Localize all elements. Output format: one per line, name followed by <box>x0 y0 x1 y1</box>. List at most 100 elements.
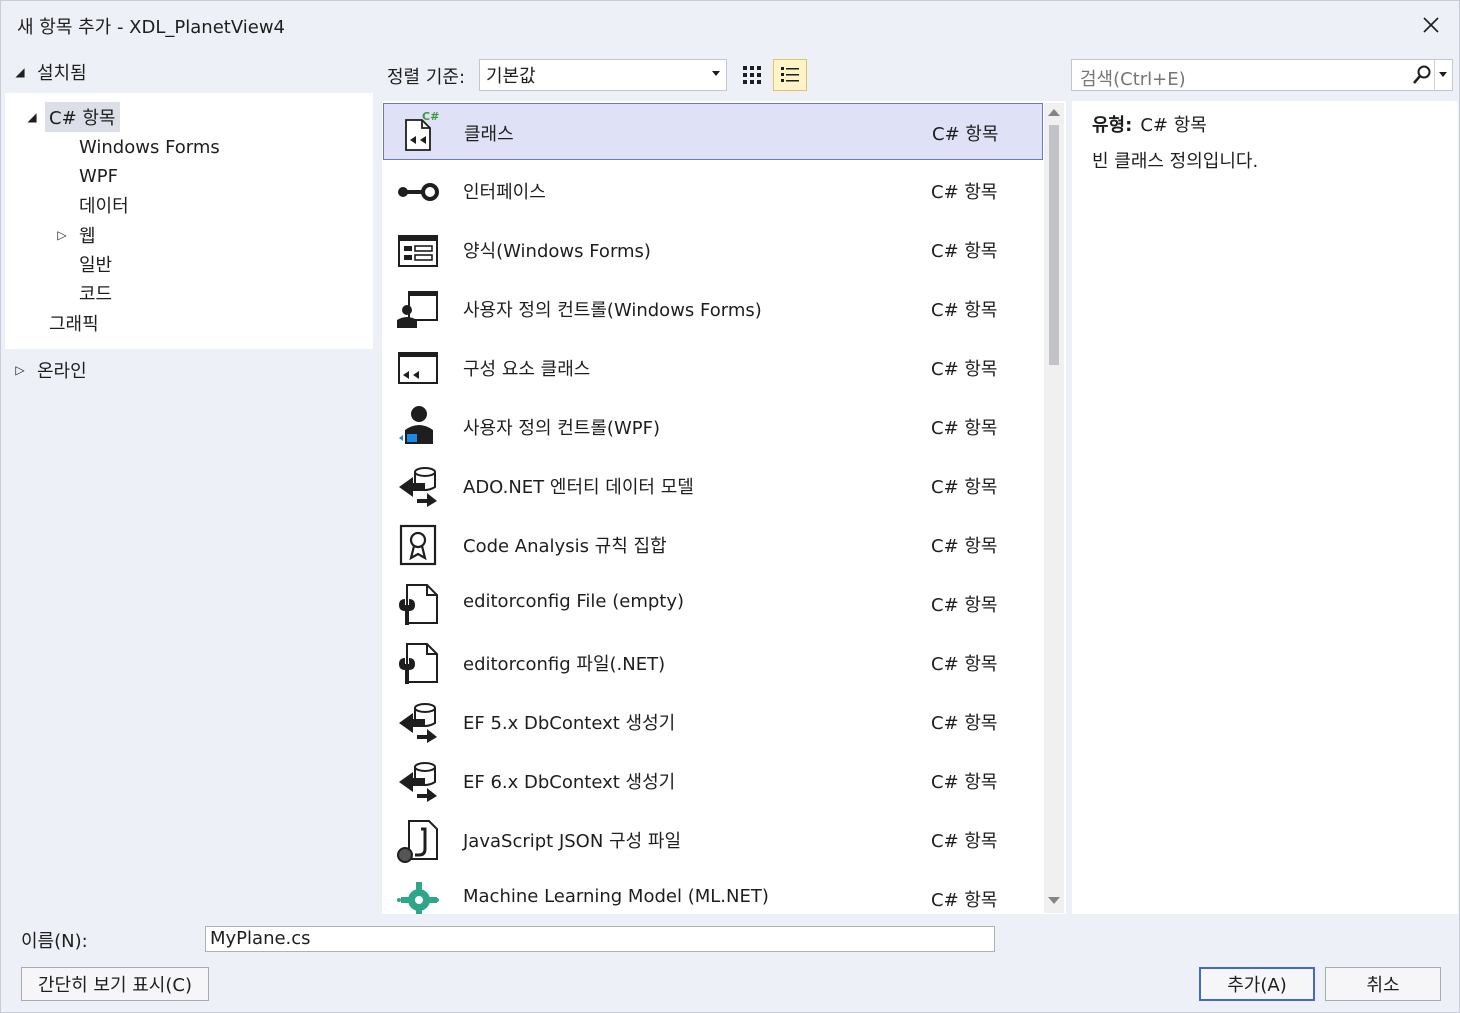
category-tree: ◢ C# 항목 Windows Forms WPF 데이터 ▷ 웹 일반 코드 … <box>5 93 373 349</box>
class-icon: C# <box>405 110 439 151</box>
template-name: 양식(Windows Forms) <box>463 241 651 262</box>
list-item[interactable]: editorconfig 파일(.NET) C# 항목 <box>383 634 1043 691</box>
online-section-header[interactable]: ▷ 온라인 <box>13 357 86 383</box>
template-name: Machine Learning Model (ML.NET) <box>463 886 769 907</box>
tree-item-label: 웹 <box>79 226 96 247</box>
installed-section-header[interactable]: ◢ 설치됨 <box>13 59 87 85</box>
list-view-icon <box>781 67 799 82</box>
template-details-panel: 유형: C# 항목 빈 클래스 정의입니다. <box>1072 101 1458 914</box>
sort-by-dropdown[interactable]: 기본값 <box>479 59 727 91</box>
tree-item-label: 코드 <box>79 284 113 305</box>
compact-view-button[interactable]: 간단히 보기 표시(C) <box>21 967 209 1001</box>
title-bar: 새 항목 추가 - XDL_PlanetView4 <box>1 1 1459 49</box>
search-icon[interactable] <box>1412 65 1432 85</box>
name-label: 이름(N): <box>21 931 88 952</box>
list-item[interactable]: Code Analysis 규칙 집합 C# 항목 <box>383 516 1043 573</box>
tree-item-general[interactable]: 일반 <box>75 250 116 278</box>
template-type: C# 항목 <box>931 182 998 203</box>
tree-item-csharp[interactable]: ◢ C# 항목 <box>25 102 120 132</box>
list-item[interactable]: 인터페이스 C# 항목 <box>383 162 1043 219</box>
editorconfig-icon <box>399 584 438 625</box>
tree-item-wpf[interactable]: WPF <box>75 162 122 190</box>
expand-triangle-icon[interactable]: ▷ <box>55 228 69 242</box>
tree-item-data[interactable]: 데이터 <box>75 191 133 219</box>
template-type: C# 항목 <box>931 772 998 793</box>
list-scrollbar[interactable] <box>1044 103 1064 913</box>
list-view-button[interactable] <box>773 59 807 91</box>
list-item[interactable]: EF 6.x DbContext 생성기 C# 항목 <box>383 752 1043 809</box>
template-type: C# 항목 <box>931 831 998 852</box>
template-name: ADO.NET 엔터티 데이터 모델 <box>463 477 694 498</box>
tree-item-graphics[interactable]: 그래픽 <box>45 309 103 337</box>
tree-item-label: C# 항목 <box>45 102 120 132</box>
installed-label: 설치됨 <box>37 63 87 84</box>
compact-view-label: 간단히 보기 표시(C) <box>38 975 192 996</box>
search-input[interactable]: 검색(Ctrl+E) <box>1071 59 1453 91</box>
tree-item-label: WPF <box>79 165 119 187</box>
grid-view-icon <box>743 66 761 84</box>
list-item[interactable]: JavaScript JSON 구성 파일 C# 항목 <box>383 811 1043 868</box>
dbcontext-generator-icon <box>399 762 437 802</box>
template-type: C# 항목 <box>931 300 998 321</box>
template-type: C# 항목 <box>931 595 998 616</box>
tree-item-label: 그래픽 <box>49 314 99 335</box>
editorconfig-icon <box>399 643 438 684</box>
scroll-thumb[interactable] <box>1049 125 1059 365</box>
template-type: C# 항목 <box>931 536 998 557</box>
add-button-label: 추가(A) <box>1227 975 1287 996</box>
svg-text:C#: C# <box>422 110 439 123</box>
tree-item-windows-forms[interactable]: Windows Forms <box>75 133 224 161</box>
json-config-icon <box>397 820 438 863</box>
expand-triangle-icon: ▷ <box>15 363 25 377</box>
close-button[interactable] <box>1413 7 1449 43</box>
detail-type-label: 유형: <box>1092 115 1133 136</box>
cancel-button[interactable]: 취소 <box>1325 967 1441 1001</box>
template-type: C# 항목 <box>931 713 998 734</box>
search-placeholder: 검색(Ctrl+E) <box>1080 69 1186 90</box>
scroll-up-arrow-icon[interactable] <box>1048 109 1060 116</box>
list-item[interactable]: EF 5.x DbContext 생성기 C# 항목 <box>383 693 1043 750</box>
template-type: C# 항목 <box>931 418 998 439</box>
template-name: 사용자 정의 컨트롤(Windows Forms) <box>463 300 762 321</box>
template-type: C# 항목 <box>932 124 999 145</box>
close-icon <box>1423 17 1439 33</box>
sort-by-label: 정렬 기준: <box>387 67 466 88</box>
chevron-down-icon <box>712 71 720 76</box>
scroll-down-arrow-icon[interactable] <box>1048 897 1060 904</box>
list-item[interactable]: C# 클래스 C# 항목 <box>383 103 1043 160</box>
list-item[interactable]: 양식(Windows Forms) C# 항목 <box>383 221 1043 278</box>
entity-model-icon <box>399 467 437 507</box>
template-type: C# 항목 <box>931 359 998 380</box>
list-item[interactable]: 구성 요소 클래스 C# 항목 <box>383 339 1043 396</box>
collapse-triangle-icon: ◢ <box>15 65 25 79</box>
medium-icons-view-button[interactable] <box>735 59 769 91</box>
list-item[interactable]: Machine Learning Model (ML.NET) C# 항목 <box>383 870 1043 914</box>
template-name: 구성 요소 클래스 <box>463 359 591 380</box>
detail-type-value: C# 항목 <box>1140 115 1207 136</box>
template-name: 사용자 정의 컨트롤(WPF) <box>463 418 660 439</box>
user-control-icon <box>397 291 438 328</box>
dialog-title: 새 항목 추가 - XDL_PlanetView4 <box>17 17 285 38</box>
search-options-dropdown[interactable] <box>1434 60 1450 90</box>
sort-by-value: 기본값 <box>486 66 536 87</box>
template-name: JavaScript JSON 구성 파일 <box>463 831 682 852</box>
tree-item-label: 일반 <box>79 255 113 276</box>
ruleset-icon <box>399 524 437 566</box>
interface-icon <box>398 183 439 201</box>
name-field[interactable]: MyPlane.cs <box>205 926 995 952</box>
detail-type-row: 유형: C# 항목 <box>1092 111 1207 137</box>
tree-item-web[interactable]: ▷ 웹 <box>55 221 100 249</box>
chevron-down-icon <box>1438 72 1447 77</box>
component-class-icon <box>398 352 438 384</box>
collapse-triangle-icon: ◢ <box>27 110 37 124</box>
add-button[interactable]: 추가(A) <box>1199 967 1315 1001</box>
template-name: EF 6.x DbContext 생성기 <box>463 772 676 793</box>
list-item[interactable]: 사용자 정의 컨트롤(WPF) C# 항목 <box>383 398 1043 455</box>
tree-item-label: 데이터 <box>79 196 129 217</box>
list-item[interactable]: editorconfig File (empty) C# 항목 <box>383 575 1043 632</box>
tree-item-code[interactable]: 코드 <box>75 279 116 307</box>
list-item[interactable]: 사용자 정의 컨트롤(Windows Forms) C# 항목 <box>383 280 1043 337</box>
list-item[interactable]: ADO.NET 엔터티 데이터 모델 C# 항목 <box>383 457 1043 514</box>
template-name: EF 5.x DbContext 생성기 <box>463 713 676 734</box>
ml-model-icon <box>397 882 439 914</box>
